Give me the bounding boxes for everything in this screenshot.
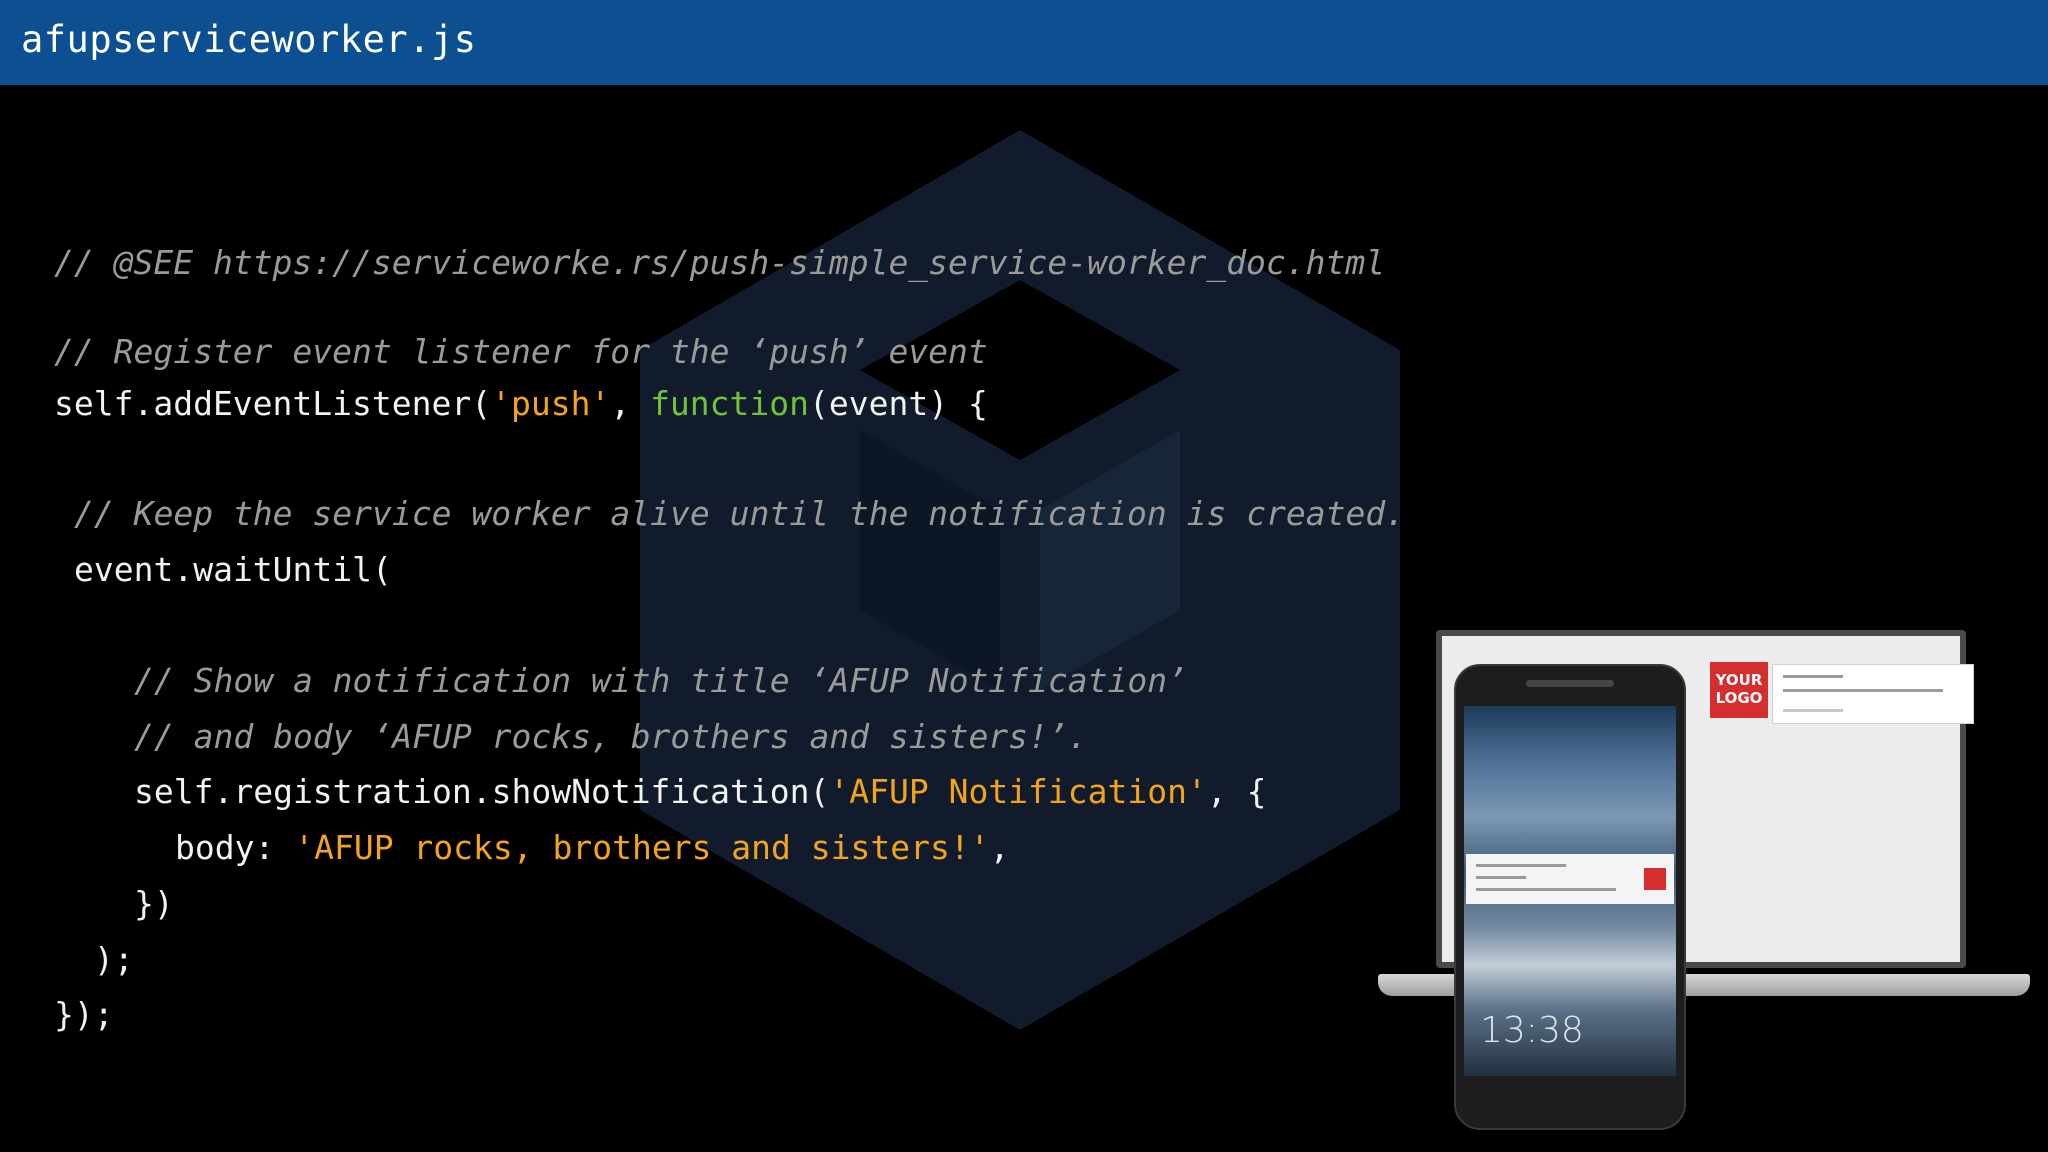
notification-body-line <box>1476 888 1616 891</box>
code-token: , <box>989 828 1010 867</box>
code-show-notification: self.registration.showNotification('AFUP… <box>134 772 1266 811</box>
comment-keep-alive: // Keep the service worker alive until t… <box>74 494 1406 533</box>
logo-text: LOGO <box>1715 689 1763 707</box>
logo-text: YOUR <box>1715 671 1763 689</box>
device-illustration: YOUR LOGO 13:38 <box>1370 630 2030 1135</box>
notification-title-line <box>1783 675 1843 678</box>
notification-title-line <box>1476 876 1526 879</box>
notification-url-line <box>1783 709 1843 712</box>
desktop-notification <box>1772 664 1974 724</box>
code-token: self.registration.showNotification( <box>134 772 830 811</box>
code-close-object: }) <box>134 884 174 923</box>
notification-body-line <box>1783 689 1943 692</box>
code-token: body: <box>175 828 295 867</box>
phone-notification-logo <box>1644 868 1666 890</box>
code-string: 'push' <box>491 384 611 423</box>
phone-clock: 13:38 <box>1480 1010 1584 1051</box>
code-string: 'AFUP rocks, brothers and sisters!' <box>294 828 990 867</box>
code-block: // @SEE https://serviceworke.rs/push-sim… <box>0 0 1450 1152</box>
comment-register: // Register event listener for the ‘push… <box>54 332 988 371</box>
phone-screen: 13:38 <box>1464 706 1676 1076</box>
comment-show-notification: // Show a notification with title ‘AFUP … <box>134 661 1187 700</box>
comment-body: // and body ‘AFUP rocks, brothers and si… <box>134 717 1088 756</box>
code-body-property: body: 'AFUP rocks, brothers and sisters!… <box>175 828 1009 867</box>
code-add-listener: self.addEventListener('push', function(e… <box>54 384 988 423</box>
code-close-listener: }); <box>54 995 114 1034</box>
phone-notification <box>1466 854 1674 904</box>
code-string: 'AFUP Notification' <box>829 772 1207 811</box>
code-keyword: function <box>650 384 810 423</box>
phone: 13:38 <box>1454 664 1686 1130</box>
code-close-wait-until: ); <box>94 940 134 979</box>
comment-see-url: // @SEE https://serviceworke.rs/push-sim… <box>54 243 1386 282</box>
code-token: self.addEventListener( <box>54 384 492 423</box>
code-token: , { <box>1206 772 1267 811</box>
code-wait-until: event.waitUntil( <box>74 550 392 589</box>
phone-speaker <box>1526 680 1614 687</box>
code-token: (event) { <box>809 384 988 423</box>
your-logo-badge: YOUR LOGO <box>1710 662 1768 718</box>
code-token: , <box>610 384 651 423</box>
notification-title-line <box>1476 864 1566 867</box>
